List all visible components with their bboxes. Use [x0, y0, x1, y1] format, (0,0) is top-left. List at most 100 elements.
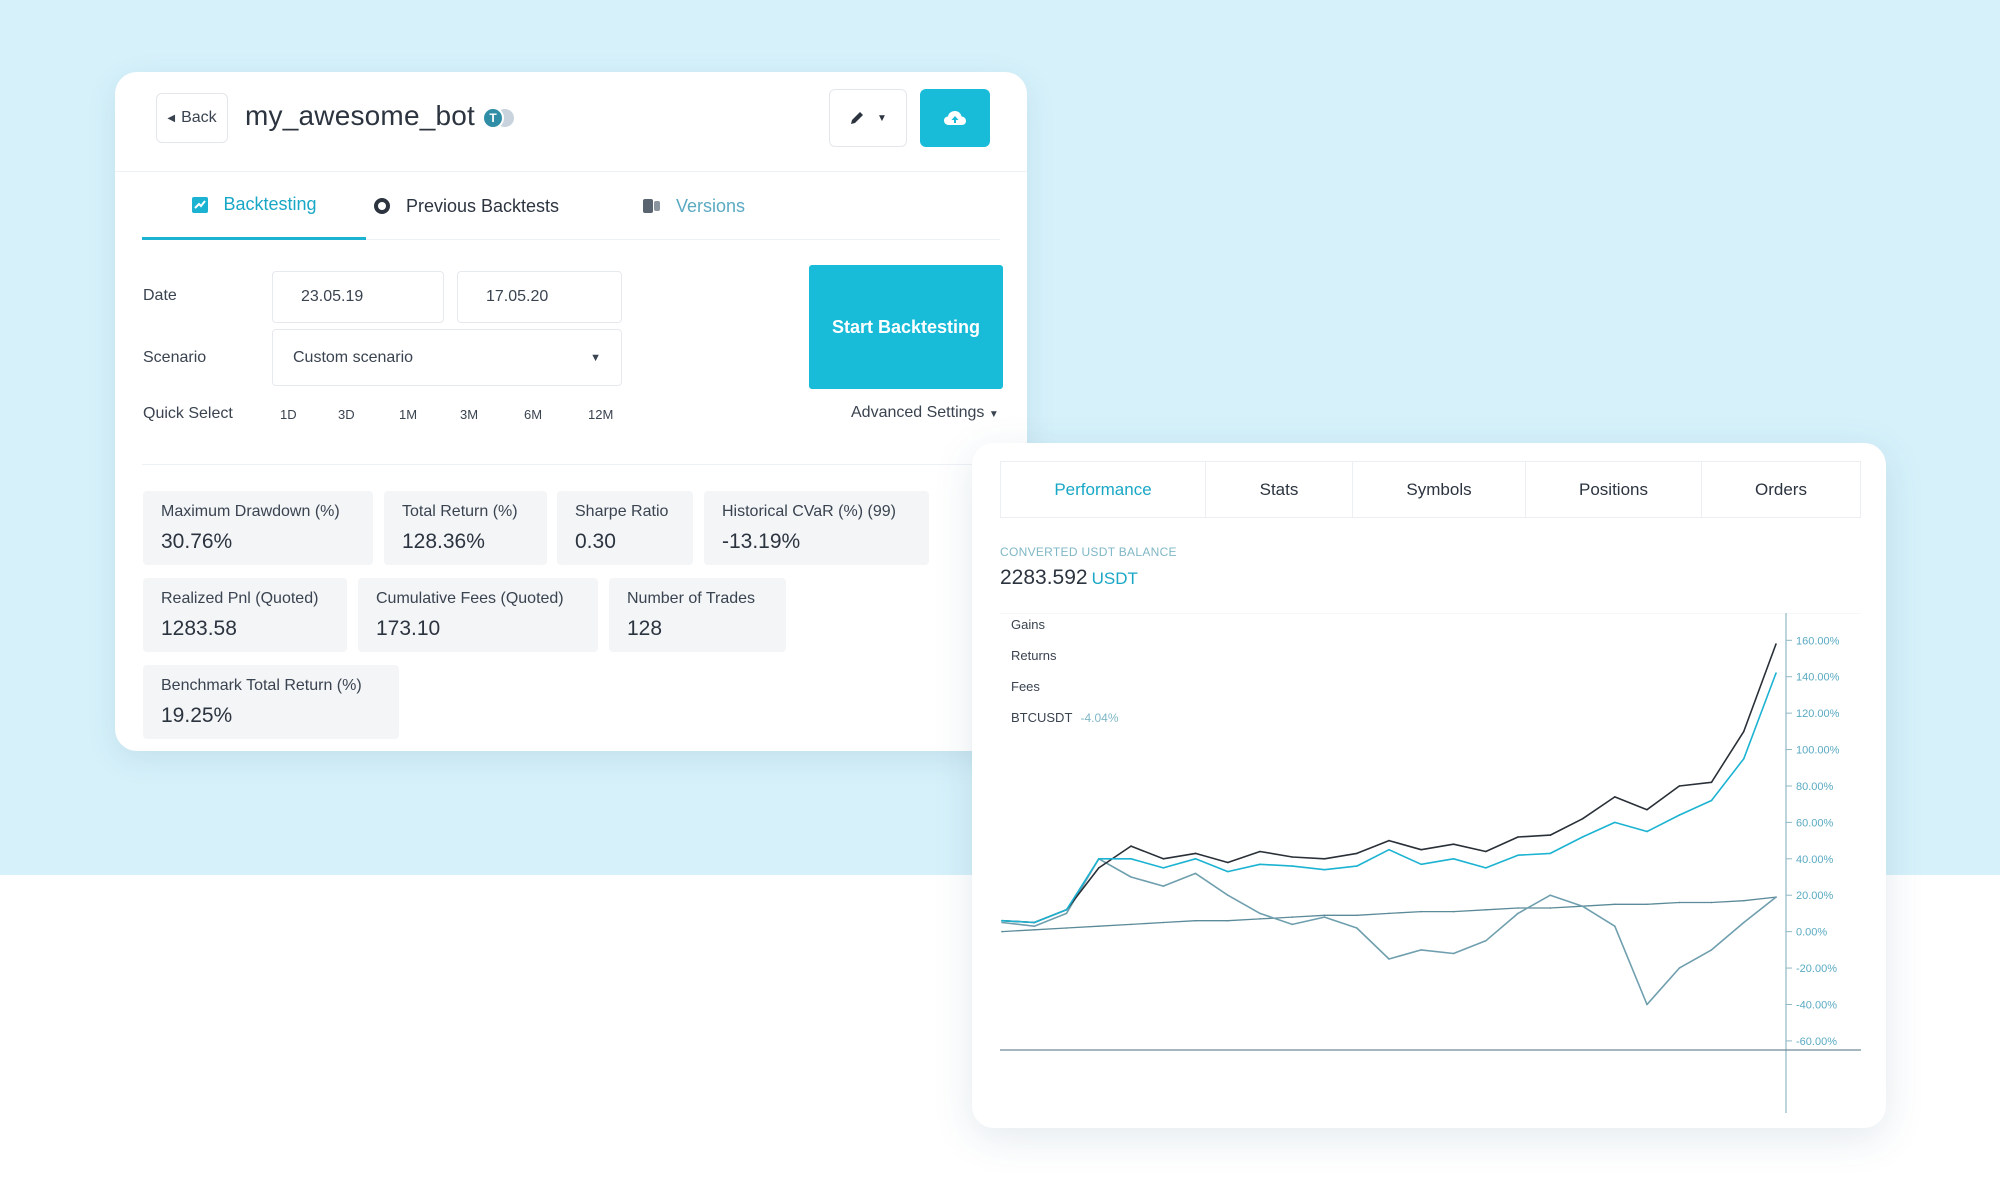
data-point-fees — [1517, 907, 1519, 909]
bot-name: my_awesome_bot — [245, 100, 476, 131]
back-arrow-icon: ◀ — [167, 112, 176, 124]
tab-performance[interactable]: Performance — [1001, 462, 1206, 517]
backtest-tabs: Backtesting Previous Backtests Versions — [142, 172, 1000, 240]
quick-select-6m[interactable]: 6M — [524, 407, 542, 422]
y-tick-label: -40.00% — [1796, 999, 1837, 1011]
quick-select-3d[interactable]: 3D — [338, 407, 355, 422]
data-point-fees — [1614, 903, 1616, 906]
y-tick-label: 0.00% — [1796, 927, 1827, 939]
series-line-fees — [1001, 896, 1777, 933]
data-point-btcusdt — [1356, 927, 1358, 929]
data-point-fees — [1065, 927, 1068, 929]
data-point-returns — [1775, 672, 1777, 674]
date-label: Date — [143, 287, 177, 304]
date-to-input[interactable] — [457, 271, 622, 323]
stat-value: -13.19% — [722, 530, 801, 553]
tab-positions[interactable]: Positions — [1526, 462, 1702, 517]
chevron-down-icon: ▼ — [590, 351, 601, 364]
data-point-gains — [1388, 839, 1390, 842]
stat-value: 19.25% — [161, 704, 233, 727]
stat-value: 0.30 — [575, 530, 616, 553]
y-tick-label: -20.00% — [1796, 963, 1837, 975]
data-point-btcusdt — [1646, 1003, 1648, 1006]
data-point-returns — [1743, 757, 1745, 760]
data-point-fees — [1356, 914, 1358, 917]
performance-chart[interactable]: 160.00% 140.00% 120.00% 100.00% 80.00% 60.00%… — [1000, 613, 1861, 1113]
deploy-button[interactable] — [920, 89, 990, 147]
data-point-gains — [1323, 858, 1326, 860]
stat-label: Maximum Drawdown (%) — [161, 503, 340, 520]
scenario-label: Scenario — [143, 349, 207, 366]
date-from-input[interactable] — [272, 271, 444, 323]
start-backtesting-button[interactable]: Start Backtesting — [809, 265, 1003, 389]
data-point-fees — [1130, 923, 1132, 926]
data-point-returns — [1420, 863, 1422, 866]
data-point-btcusdt — [1130, 876, 1132, 878]
back-button[interactable]: ◀ Back — [156, 93, 228, 143]
data-point-gains — [1646, 808, 1648, 811]
quick-select-1d[interactable]: 1D — [280, 407, 297, 422]
data-point-gains — [1291, 856, 1294, 858]
tab-versions[interactable]: Versions — [642, 172, 792, 240]
stat-total-return: Total Return (%) 128.36% — [384, 491, 547, 565]
data-point-btcusdt — [1227, 894, 1229, 896]
tab-backtesting[interactable]: Backtesting — [142, 172, 366, 240]
data-point-btcusdt — [1291, 923, 1294, 926]
data-point-returns — [1581, 836, 1584, 838]
data-point-btcusdt — [1614, 925, 1616, 927]
data-point-returns — [1194, 858, 1197, 860]
data-point-fees — [1646, 903, 1648, 906]
tab-symbols[interactable]: Symbols — [1353, 462, 1526, 517]
performance-card: Performance Stats Symbols Positions Orde… — [972, 443, 1886, 1128]
y-tick-label: 120.00% — [1796, 708, 1840, 720]
stat-cumulative-fees: Cumulative Fees (Quoted) 173.10 — [358, 578, 598, 652]
data-point-btcusdt — [1678, 967, 1681, 969]
data-point-gains — [1420, 848, 1422, 851]
advanced-settings-label: Advanced Settings — [851, 404, 985, 421]
data-point-gains — [1485, 850, 1487, 853]
stat-label: Cumulative Fees (Quoted) — [376, 590, 564, 607]
data-point-returns — [1001, 919, 1003, 922]
stat-value: 30.76% — [161, 530, 233, 553]
tab-previous-backtests[interactable]: Previous Backtests — [372, 172, 602, 240]
y-tick-label: 140.00% — [1796, 672, 1840, 684]
y-tick-label: 60.00% — [1796, 817, 1834, 829]
data-point-gains — [1098, 867, 1100, 869]
versions-icon — [643, 199, 660, 213]
data-point-btcusdt — [1259, 912, 1261, 915]
data-point-btcusdt — [1581, 905, 1584, 907]
data-point-gains — [1581, 818, 1584, 820]
data-point-fees — [1001, 930, 1003, 933]
backtest-card: ◀ Back my_awesome_bot T ▼ Backtesting Pr… — [115, 72, 1027, 751]
data-point-returns — [1227, 870, 1229, 873]
y-tick-label: 40.00% — [1796, 854, 1834, 866]
balance-amount: 2283.592 — [1000, 566, 1088, 589]
data-point-gains — [1549, 834, 1552, 836]
data-point-gains — [1452, 843, 1455, 845]
data-point-fees — [1388, 912, 1390, 915]
data-point-fees — [1420, 910, 1422, 913]
data-point-gains — [1614, 796, 1616, 798]
data-point-fees — [1678, 901, 1681, 904]
y-tick-label: 80.00% — [1796, 781, 1834, 793]
scenario-select[interactable]: Custom scenario ▼ — [272, 329, 622, 386]
edit-button[interactable]: ▼ — [829, 89, 907, 147]
y-tick-layer: 160.00% 140.00% 120.00% 100.00% 80.00% 60.00%… — [1786, 635, 1840, 1048]
quick-select-1m[interactable]: 1M — [399, 407, 417, 422]
tab-stats[interactable]: Stats — [1206, 462, 1353, 517]
data-point-returns — [1162, 867, 1165, 869]
data-point-btcusdt — [1162, 885, 1165, 887]
data-point-btcusdt — [1549, 894, 1552, 896]
data-point-btcusdt — [1323, 916, 1326, 918]
data-point-returns — [1065, 909, 1068, 911]
back-label: Back — [181, 109, 217, 126]
tab-backtesting-label: Backtesting — [223, 194, 317, 214]
tab-orders[interactable]: Orders — [1702, 462, 1860, 517]
data-point-returns — [1710, 799, 1713, 802]
bot-header: ◀ Back my_awesome_bot T ▼ — [115, 72, 1027, 172]
advanced-settings-toggle[interactable]: Advanced Settings ▼ — [851, 404, 999, 422]
quick-select-3m[interactable]: 3M — [460, 407, 478, 422]
quick-select-label: Quick Select — [143, 405, 233, 422]
tab-versions-label: Versions — [676, 195, 746, 216]
quick-select-12m[interactable]: 12M — [588, 407, 613, 422]
